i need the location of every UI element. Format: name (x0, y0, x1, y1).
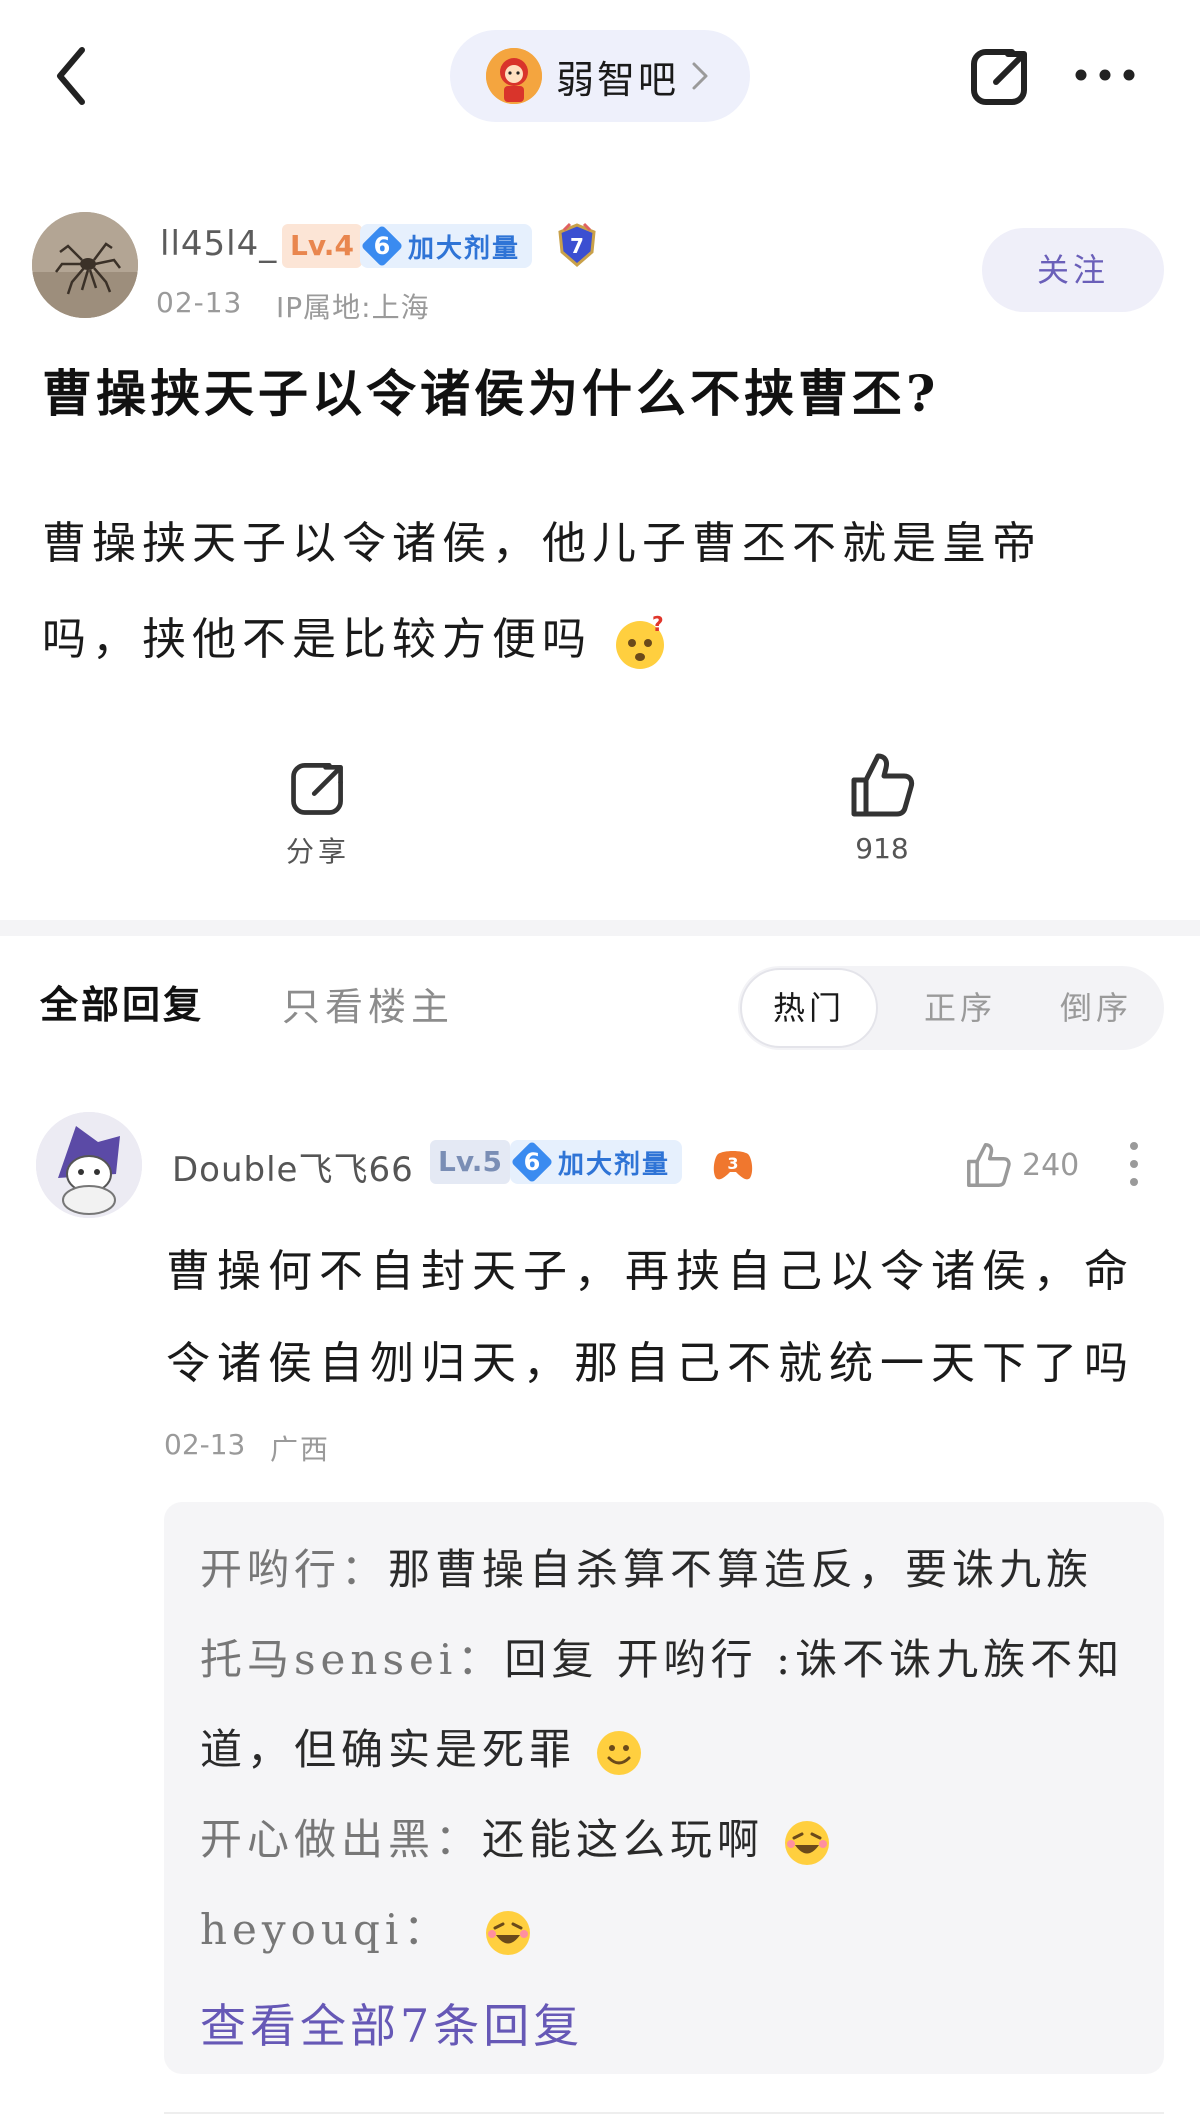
commenter-level-badge: Lv.5 (430, 1140, 510, 1184)
sort-desc-button[interactable]: 倒序 (1036, 968, 1156, 1048)
sub-reply-text: 道，但确实是死罪 (200, 1725, 577, 1774)
share-button[interactable] (286, 756, 350, 820)
badge-diamond-icon: 6 (510, 1140, 554, 1184)
author-name[interactable]: ll45l4_ (160, 224, 277, 264)
svg-text:3: 3 (727, 1154, 738, 1173)
more-vertical-icon (1130, 1142, 1138, 1186)
extra-rank-badge: 7 (554, 222, 600, 268)
sub-reply-author[interactable]: 开心做出黑： (200, 1815, 482, 1864)
forum-avatar (486, 48, 542, 104)
like-button[interactable] (850, 750, 916, 820)
sub-reply-text: 那曹操自杀算不算造反，要诛九族 (388, 1545, 1094, 1594)
commenter-name[interactable]: Double飞飞66 (172, 1142, 414, 1191)
comment-region: 广西 (270, 1433, 331, 1466)
svg-text:7: 7 (570, 234, 584, 258)
sub-reply-author[interactable]: heyouqi： (200, 1905, 450, 1954)
smile-emoji-icon (597, 1731, 642, 1775)
section-divider (0, 920, 1200, 936)
back-arrow-icon (57, 47, 85, 105)
badge-diamond-icon: 6 (360, 224, 404, 268)
sub-reply-author[interactable]: 托马sensei： (200, 1635, 504, 1684)
chevron-right-icon (692, 62, 708, 90)
sub-reply-continuation: 道，但确实是死罪 (200, 1716, 644, 1778)
ip-location: IP属地:上海 (276, 291, 430, 324)
sub-reply[interactable]: 托马sensei：回复 开哟行 :诛不诛九族不知 (200, 1626, 1124, 1687)
rank-shield-icon: 7 (558, 222, 596, 267)
sort-hot-button[interactable]: 热门 (740, 968, 878, 1048)
comment-body-line-2: 令诸侯自刎归天，那自己不就统一天下了吗 (166, 1338, 1135, 1389)
bottom-divider (164, 2112, 1164, 2114)
sub-reply[interactable]: 开心做出黑：还能这么玩啊 (200, 1806, 832, 1868)
author-member-badge: 6 加大剂量 (360, 224, 533, 268)
author-level-badge: Lv.4 (282, 224, 362, 268)
thumbs-up-icon (851, 753, 915, 817)
comment-more-button[interactable] (1128, 1140, 1140, 1188)
thinking-emoji-icon: ? (616, 615, 668, 669)
game-controller-icon: 3 (710, 1144, 756, 1184)
sub-reply-text: 回复 开哟行 :诛不诛九族不知 (504, 1635, 1125, 1684)
share-icon (971, 49, 1027, 105)
author-avatar[interactable] (32, 212, 138, 318)
forum-link[interactable]: 弱智吧 (450, 30, 750, 122)
back-button[interactable] (44, 40, 104, 112)
more-options-button[interactable] (1072, 60, 1138, 90)
forum-name: 弱智吧 (556, 57, 680, 102)
sort-asc-button[interactable]: 正序 (900, 968, 1020, 1048)
post-body-line-2: 吗，挟他不是比较方便吗 ? (42, 592, 1122, 688)
sub-reply[interactable]: 开哟行：那曹操自杀算不算造反，要诛九族 (200, 1536, 1093, 1597)
comment-like-button[interactable] (966, 1140, 1012, 1190)
comment-body-line: 曹操何不自封天子，再挟自己以令诸侯，命 (166, 1246, 1135, 1297)
laughing-emoji-icon (485, 1911, 530, 1955)
commenter-avatar[interactable] (36, 1112, 142, 1218)
badge-label: 加大剂量 (558, 1149, 671, 1180)
share-button-top[interactable] (966, 42, 1034, 110)
comment-like-count: 240 (1022, 1148, 1080, 1183)
svg-text:?: ? (652, 615, 668, 636)
share-icon (291, 763, 343, 815)
follow-button[interactable]: 关注 (982, 228, 1164, 312)
badge-label: 加大剂量 (408, 233, 521, 264)
post-title: 曹操挟天子以令诸侯为什么不挟曹丕? (42, 364, 940, 423)
comment-body: 曹操何不自封天子，再挟自己以令诸侯，命 令诸侯自刎归天，那自己不就统一天下了吗 (166, 1226, 1166, 1410)
view-all-replies-link[interactable]: 查看全部7条回复 (200, 1990, 583, 2056)
like-count: 918 (855, 832, 909, 865)
sub-reply[interactable]: heyouqi： (200, 1896, 533, 1958)
post-body: 曹操挟天子以令诸侯，他儿子曹丕不就是皇帝 吗，挟他不是比较方便吗 ? (42, 496, 1122, 688)
commenter-member-badge: 6 加大剂量 (510, 1140, 683, 1184)
sub-reply-text: 还能这么玩啊 (482, 1815, 765, 1864)
laughing-emoji-icon (785, 1821, 830, 1865)
comment-date: 02-13 (164, 1428, 246, 1461)
thumbs-up-icon (967, 1143, 1011, 1187)
tab-op-only[interactable]: 只看楼主 (282, 976, 454, 1031)
post-date: 02-13 (156, 286, 243, 319)
sub-reply-author[interactable]: 开哟行： (200, 1545, 388, 1594)
post-body-line: 曹操挟天子以令诸侯，他儿子曹丕不就是皇帝 (42, 518, 1042, 569)
tab-all-replies[interactable]: 全部回复 (40, 974, 204, 1029)
share-label: 分享 (285, 835, 350, 868)
more-dots-icon (1075, 69, 1135, 81)
